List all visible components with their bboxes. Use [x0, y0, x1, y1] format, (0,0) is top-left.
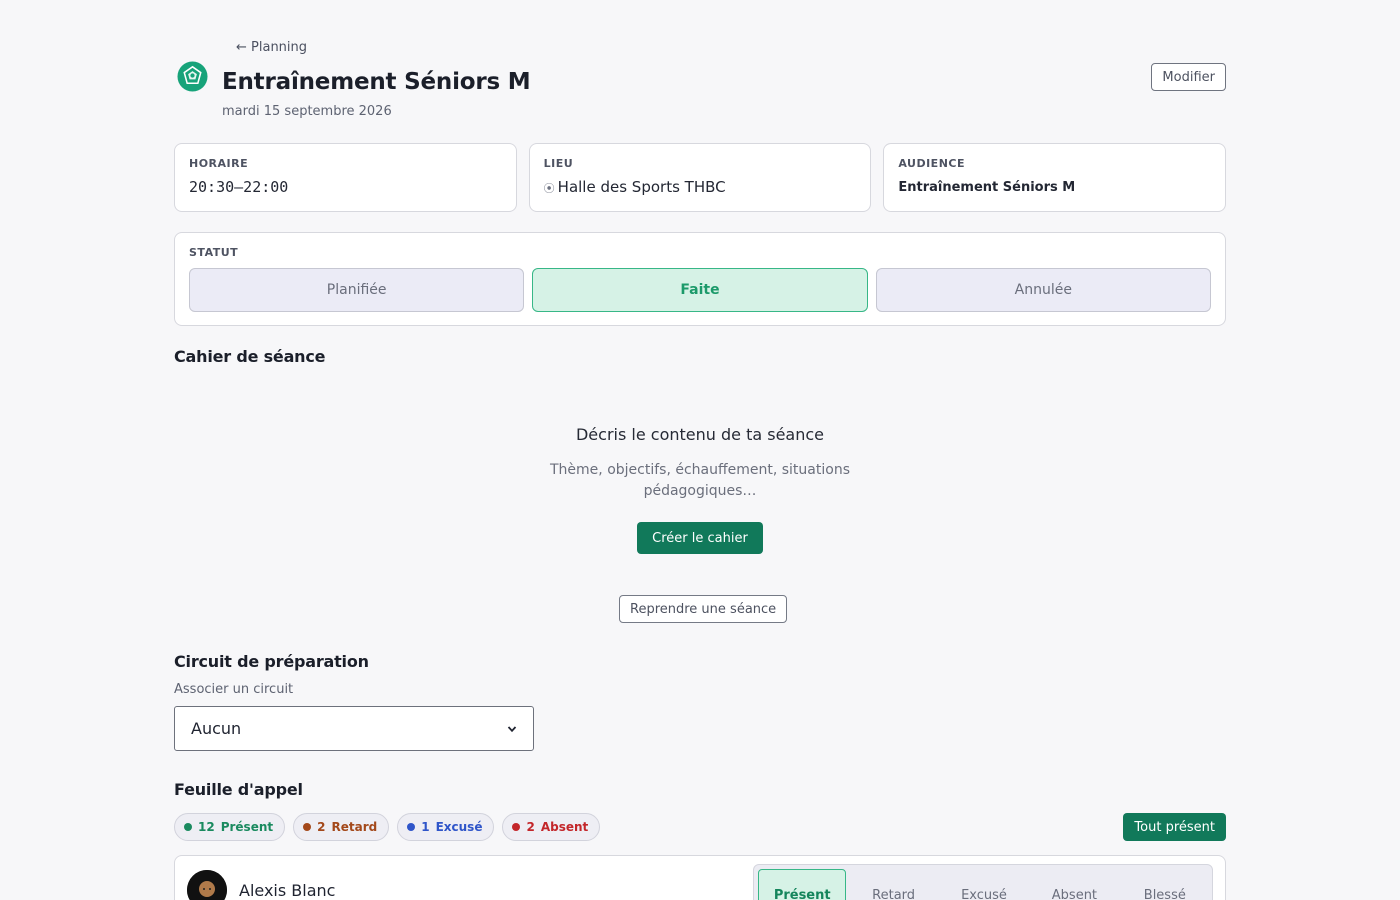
badge-count: 2 — [317, 820, 326, 834]
attendance-excused-button[interactable]: Excusé — [941, 869, 1027, 900]
badge-count: 1 — [421, 820, 430, 834]
badge-dot — [512, 823, 521, 831]
badge-dot — [407, 823, 416, 831]
badge-present: 12 Présent — [174, 813, 286, 841]
avatar — [187, 870, 227, 900]
badge-dot — [303, 823, 312, 831]
page-title: Entraînement Séniors M — [222, 69, 531, 95]
empty-state-title: Décris le contenu de ta séance — [575, 425, 824, 444]
badge-label: Retard — [331, 820, 378, 834]
badge-absent: 2 Absent — [502, 813, 601, 841]
club-logo-icon — [177, 61, 208, 92]
attendance-present-button[interactable]: Présent — [758, 869, 847, 900]
schedule-label: HORAIRE — [189, 157, 249, 170]
edit-button[interactable]: Modifier — [1151, 63, 1226, 91]
circuit-section-title: Circuit de préparation — [174, 652, 369, 671]
badge-dot — [184, 823, 192, 831]
attendance-options: Présent Retard Excusé Absent Blessé — [753, 864, 1213, 900]
schedule-value: 20:30–22:00 — [189, 178, 289, 196]
notebook-empty-state: Décris le contenu de ta séance Thème, ob… — [174, 425, 1226, 554]
page: ← Planning Entraînement Séniors M mardi … — [0, 0, 1400, 900]
location-value-row: ⦿ Halle des Sports THBC — [544, 178, 857, 196]
status-planned-button[interactable]: Planifiée — [189, 268, 525, 312]
info-cards: HORAIRE 20:30–22:00 LIEU ⦿ Halle des Spor… — [174, 143, 1227, 212]
status-label: STATUT — [189, 246, 239, 259]
badge-label: Présent — [220, 820, 274, 834]
player-name: Alexis Blanc — [239, 881, 336, 900]
audience-card: AUDIENCE Entraînement Séniors M — [883, 143, 1227, 212]
audience-value: Entraînement Séniors M — [898, 180, 1076, 195]
all-present-button[interactable]: Tout présent — [1123, 813, 1226, 841]
status-done-button[interactable]: Faite — [532, 268, 868, 312]
create-notebook-button[interactable]: Créer le cahier — [637, 522, 763, 554]
pin-icon: ⦿ — [543, 182, 555, 195]
attendance-summary: 12 Présent 2 Retard 1 Excusé 2 Absent — [174, 813, 601, 841]
page-header: ← Planning Entraînement Séniors M mardi … — [174, 0, 1226, 130]
attendance-absent-button[interactable]: Absent — [1031, 869, 1117, 900]
badge-count: 12 — [198, 820, 215, 834]
circuit-select[interactable]: Aucun — [174, 706, 534, 751]
circuit-selected-value: Aucun — [191, 719, 242, 738]
chevron-down-icon — [507, 725, 517, 732]
player-row: Alexis Blanc Présent Retard Excusé Absen… — [174, 855, 1226, 900]
status-cancelled-button[interactable]: Annulée — [875, 268, 1211, 312]
location-value: Halle des Sports THBC — [557, 178, 726, 196]
badge-late: 2 Retard — [293, 813, 390, 841]
attendance-section-title: Feuille d'appel — [174, 780, 303, 799]
attendance-late-button[interactable]: Retard — [850, 869, 936, 900]
circuit-field-label: Associer un circuit — [174, 682, 294, 697]
back-link-planning[interactable]: ← Planning — [236, 40, 307, 55]
attendance-injured-button[interactable]: Blessé — [1122, 869, 1208, 900]
badge-label: Excusé — [435, 820, 483, 834]
reuse-session-button[interactable]: Reprendre une séance — [619, 595, 788, 623]
main-content: ← Planning Entraînement Séniors M mardi … — [174, 0, 1227, 900]
status-options: Planifiée Faite Annulée — [189, 268, 1211, 312]
schedule-card: HORAIRE 20:30–22:00 — [174, 143, 517, 212]
session-date: mardi 15 septembre 2026 — [222, 104, 392, 119]
status-card: STATUT Planifiée Faite Annulée — [174, 232, 1226, 326]
location-label: LIEU — [543, 157, 574, 170]
audience-label: AUDIENCE — [898, 157, 965, 170]
empty-state-description: Thème, objectifs, échauffement, situatio… — [550, 462, 850, 499]
badge-label: Absent — [540, 820, 589, 834]
notebook-section-title: Cahier de séance — [174, 347, 326, 366]
badge-excused: 1 Excusé — [397, 813, 495, 841]
badge-count: 2 — [526, 820, 535, 834]
location-card: LIEU ⦿ Halle des Sports THBC — [528, 143, 872, 212]
